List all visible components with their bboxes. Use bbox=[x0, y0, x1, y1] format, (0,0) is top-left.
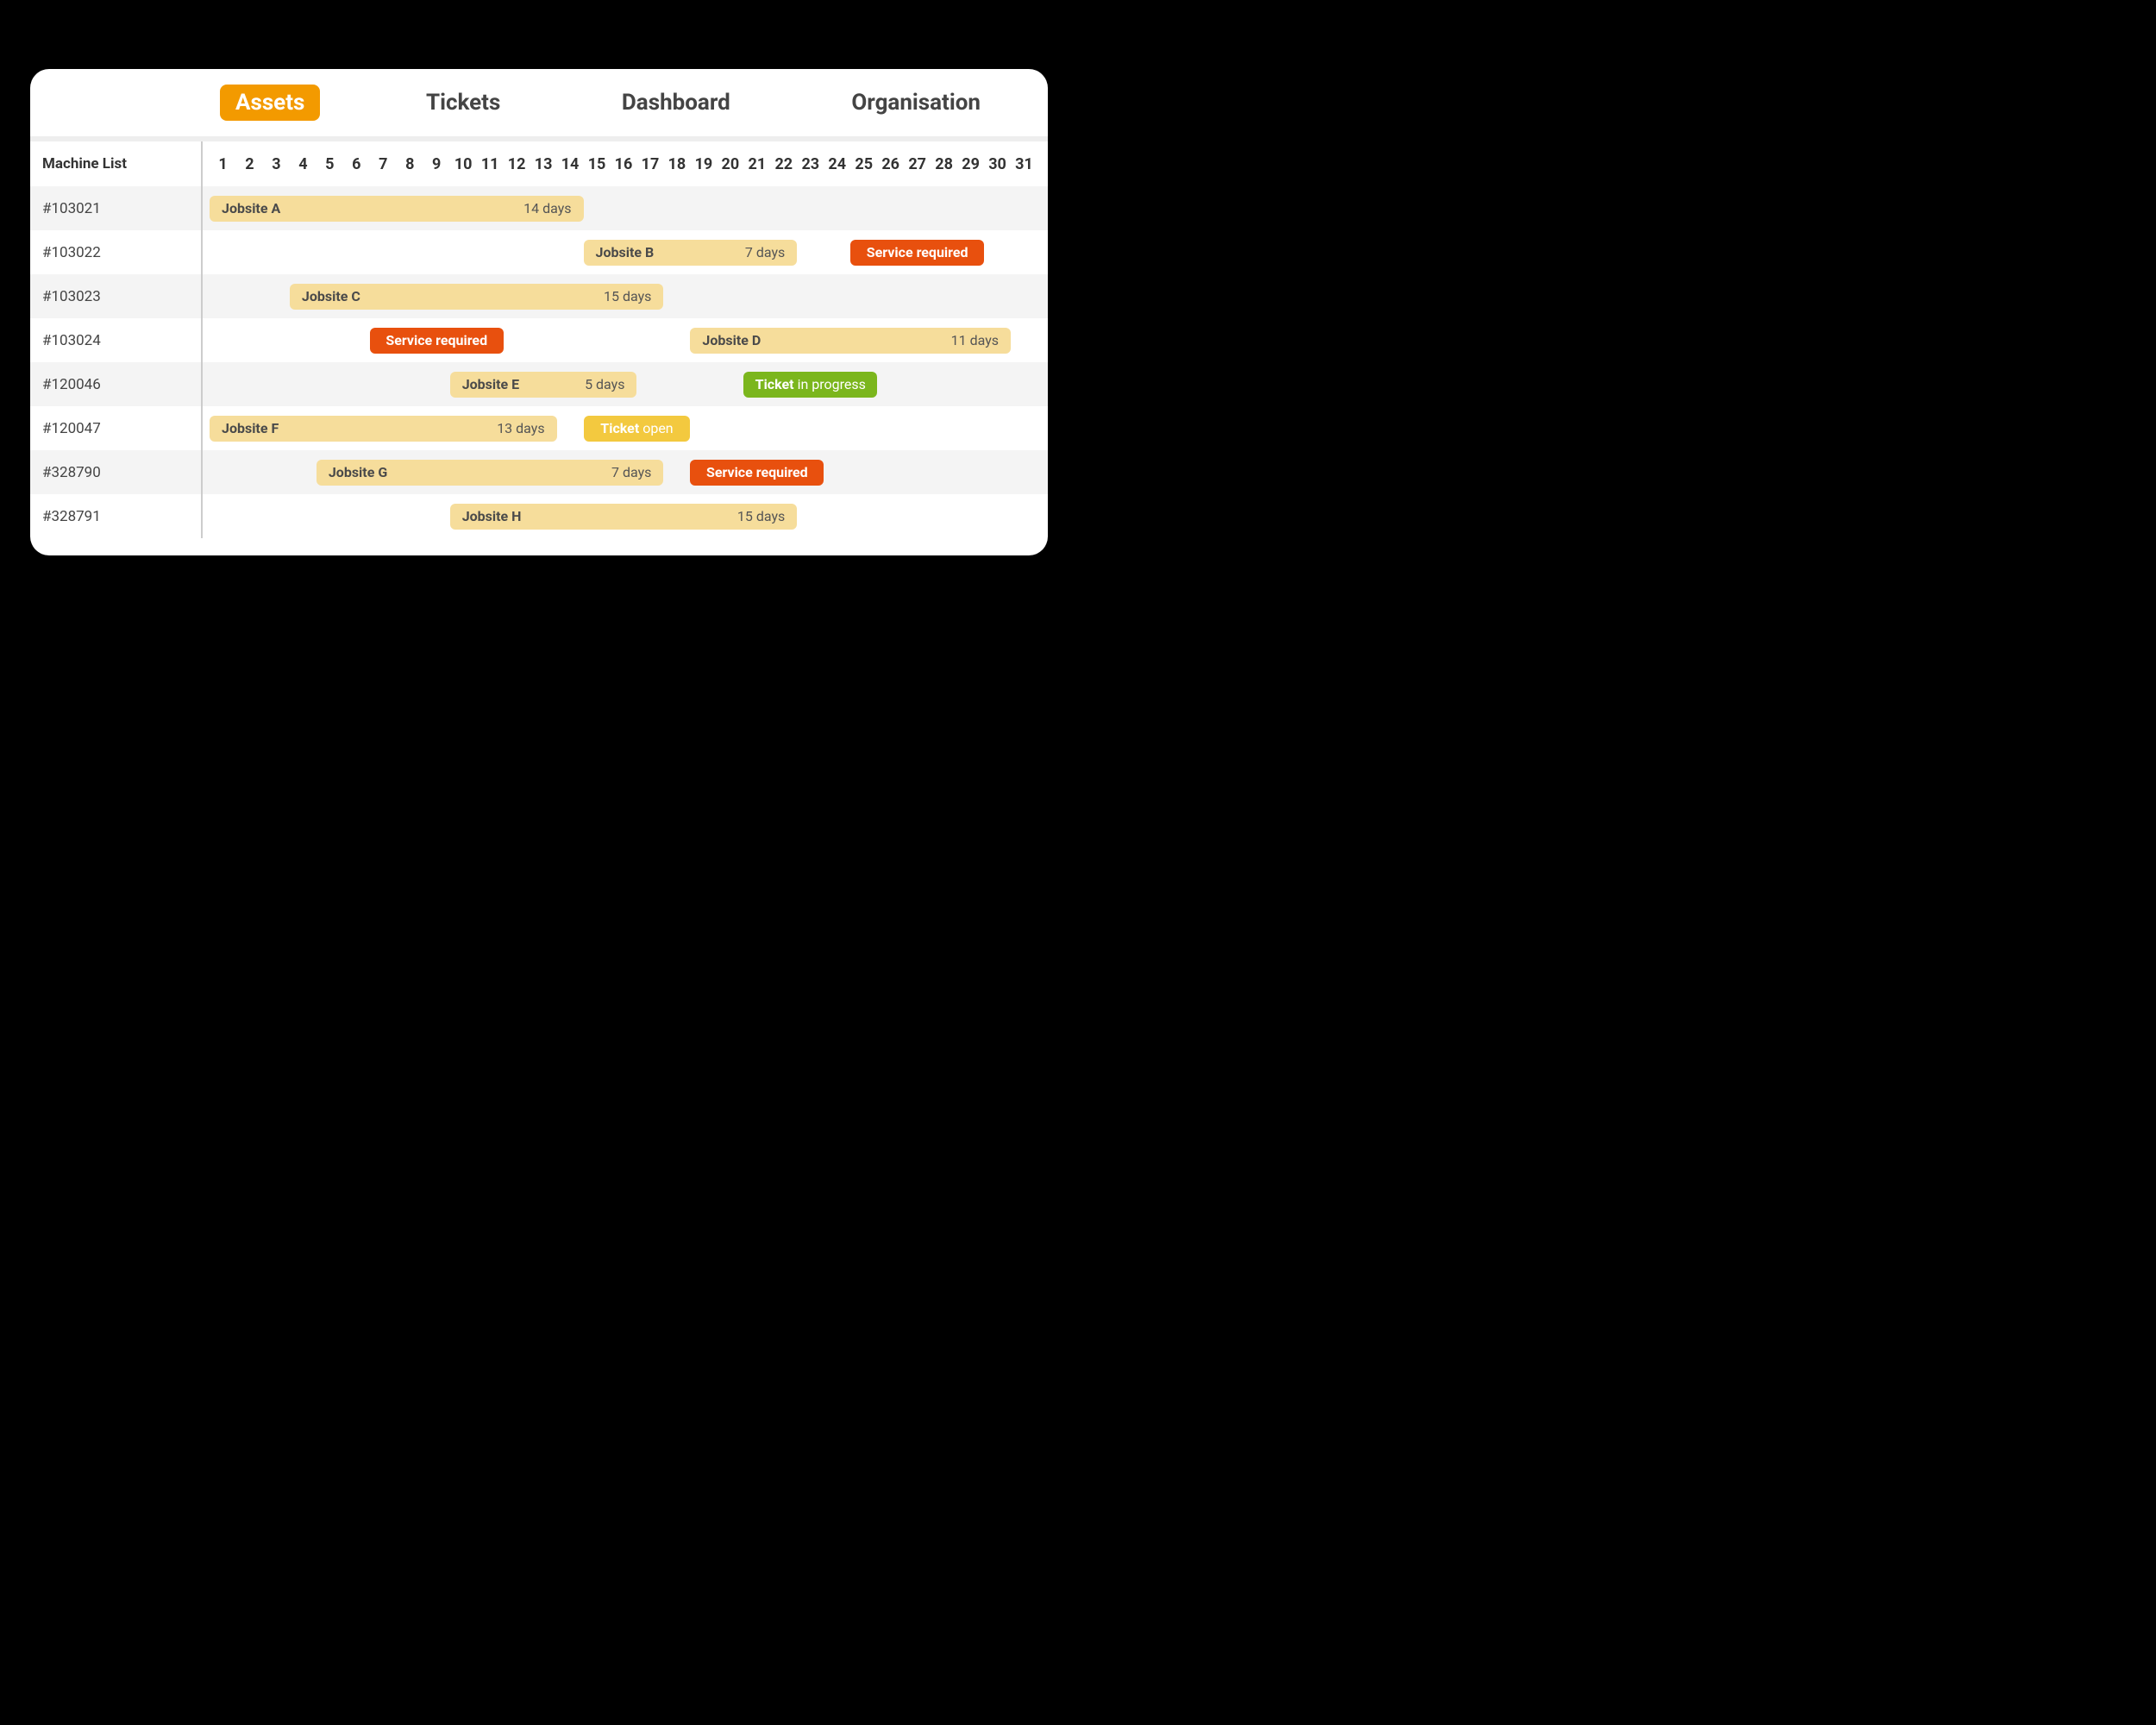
day-header: 31 bbox=[1011, 155, 1037, 173]
day-header: 8 bbox=[397, 155, 423, 173]
tab-assets[interactable]: Assets bbox=[220, 85, 320, 121]
tab-tickets[interactable]: Tickets bbox=[411, 85, 516, 121]
gantt-row: Jobsite A 14 days bbox=[203, 186, 1048, 230]
day-header: 26 bbox=[877, 155, 904, 173]
schedule-grid: Machine List #103021#103022#103023#10302… bbox=[30, 141, 1048, 538]
tab-dashboard[interactable]: Dashboard bbox=[606, 85, 746, 121]
jobsite-duration: 5 days bbox=[585, 376, 624, 392]
gantt-row: Jobsite H 15 days bbox=[203, 494, 1048, 538]
machine-id[interactable]: #103022 bbox=[30, 230, 201, 274]
day-header: 6 bbox=[343, 155, 370, 173]
day-header: 23 bbox=[797, 155, 824, 173]
day-header: 3 bbox=[263, 155, 290, 173]
machine-id[interactable]: #103024 bbox=[30, 318, 201, 362]
day-header: 22 bbox=[770, 155, 797, 173]
jobsite-duration: 15 days bbox=[737, 508, 785, 524]
service-required-bar[interactable]: Service required bbox=[690, 460, 824, 486]
machine-id[interactable]: #103021 bbox=[30, 186, 201, 230]
jobsite-bar[interactable]: Jobsite E 5 days bbox=[450, 372, 637, 398]
jobsite-label: Jobsite E bbox=[462, 376, 519, 392]
day-header: 7 bbox=[370, 155, 397, 173]
day-header: 16 bbox=[611, 155, 637, 173]
jobsite-duration: 13 days bbox=[497, 420, 544, 436]
day-header: 9 bbox=[423, 155, 450, 173]
jobsite-label: Jobsite A bbox=[222, 200, 280, 216]
app-window: Assets Tickets Dashboard Organisation Machi… bbox=[30, 69, 1048, 555]
jobsite-bar[interactable]: Jobsite F 13 days bbox=[210, 416, 557, 442]
tab-bar: Assets Tickets Dashboard Organisation bbox=[30, 69, 1048, 141]
jobsite-label: Jobsite D bbox=[702, 332, 761, 348]
day-header-row: 1234567891011121314151617181920212223242… bbox=[203, 141, 1048, 186]
day-header: 1 bbox=[210, 155, 236, 173]
day-header: 10 bbox=[450, 155, 477, 173]
service-required-bar[interactable]: Service required bbox=[850, 240, 984, 266]
gantt-row: Jobsite B 7 days Service required bbox=[203, 230, 1048, 274]
day-header: 4 bbox=[290, 155, 317, 173]
day-header: 19 bbox=[690, 155, 717, 173]
machine-id[interactable]: #120046 bbox=[30, 362, 201, 406]
jobsite-bar[interactable]: Jobsite H 15 days bbox=[450, 504, 798, 530]
jobsite-label: Jobsite C bbox=[302, 288, 360, 304]
day-header: 28 bbox=[931, 155, 957, 173]
day-header: 24 bbox=[824, 155, 850, 173]
jobsite-duration: 14 days bbox=[523, 200, 571, 216]
gantt-row: Jobsite E 5 days Ticket in progress bbox=[203, 362, 1048, 406]
day-header: 14 bbox=[557, 155, 584, 173]
machine-id[interactable]: #103023 bbox=[30, 274, 201, 318]
day-header: 21 bbox=[743, 155, 770, 173]
jobsite-bar[interactable]: Jobsite C 15 days bbox=[290, 284, 664, 310]
day-header: 30 bbox=[984, 155, 1011, 173]
machine-id[interactable]: #328790 bbox=[30, 450, 201, 494]
timeline-column: 1234567891011121314151617181920212223242… bbox=[203, 141, 1048, 538]
day-header: 18 bbox=[663, 155, 690, 173]
gantt-row: Jobsite G 7 days Service required bbox=[203, 450, 1048, 494]
machine-list-column: Machine List #103021#103022#103023#10302… bbox=[30, 141, 203, 538]
service-required-bar[interactable]: Service required bbox=[370, 328, 504, 354]
ticket-open-bar[interactable]: Ticket open bbox=[584, 416, 691, 442]
day-header: 5 bbox=[317, 155, 343, 173]
gantt-row: Service required Jobsite D 11 days bbox=[203, 318, 1048, 362]
machine-id[interactable]: #328791 bbox=[30, 494, 201, 538]
gantt-row: Jobsite F 13 days Ticket open bbox=[203, 406, 1048, 450]
jobsite-duration: 15 days bbox=[604, 288, 651, 304]
jobsite-label: Jobsite B bbox=[596, 244, 655, 260]
day-header: 27 bbox=[904, 155, 931, 173]
jobsite-duration: 7 days bbox=[745, 244, 785, 260]
day-header: 25 bbox=[850, 155, 877, 173]
jobsite-label: Jobsite G bbox=[329, 464, 387, 480]
jobsite-bar[interactable]: Jobsite G 7 days bbox=[317, 460, 664, 486]
jobsite-label: Jobsite F bbox=[222, 420, 279, 436]
ticket-label: Ticket open bbox=[600, 420, 673, 436]
day-header: 11 bbox=[477, 155, 504, 173]
jobsite-label: Jobsite H bbox=[462, 508, 522, 524]
day-header: 17 bbox=[636, 155, 663, 173]
machine-list-header: Machine List bbox=[30, 141, 201, 186]
tab-organisation[interactable]: Organisation bbox=[836, 85, 996, 121]
jobsite-bar[interactable]: Jobsite D 11 days bbox=[690, 328, 1011, 354]
jobsite-duration: 7 days bbox=[611, 464, 651, 480]
day-header: 13 bbox=[530, 155, 557, 173]
day-header: 2 bbox=[236, 155, 263, 173]
jobsite-bar[interactable]: Jobsite B 7 days bbox=[584, 240, 798, 266]
day-header: 29 bbox=[957, 155, 984, 173]
day-header: 12 bbox=[504, 155, 530, 173]
gantt-row: Jobsite C 15 days bbox=[203, 274, 1048, 318]
ticket-in-progress-bar[interactable]: Ticket in progress bbox=[743, 372, 877, 398]
jobsite-bar[interactable]: Jobsite A 14 days bbox=[210, 196, 584, 222]
machine-id[interactable]: #120047 bbox=[30, 406, 201, 450]
day-header: 15 bbox=[584, 155, 611, 173]
day-header: 20 bbox=[717, 155, 743, 173]
ticket-label: Ticket in progress bbox=[755, 376, 866, 392]
jobsite-duration: 11 days bbox=[951, 332, 999, 348]
